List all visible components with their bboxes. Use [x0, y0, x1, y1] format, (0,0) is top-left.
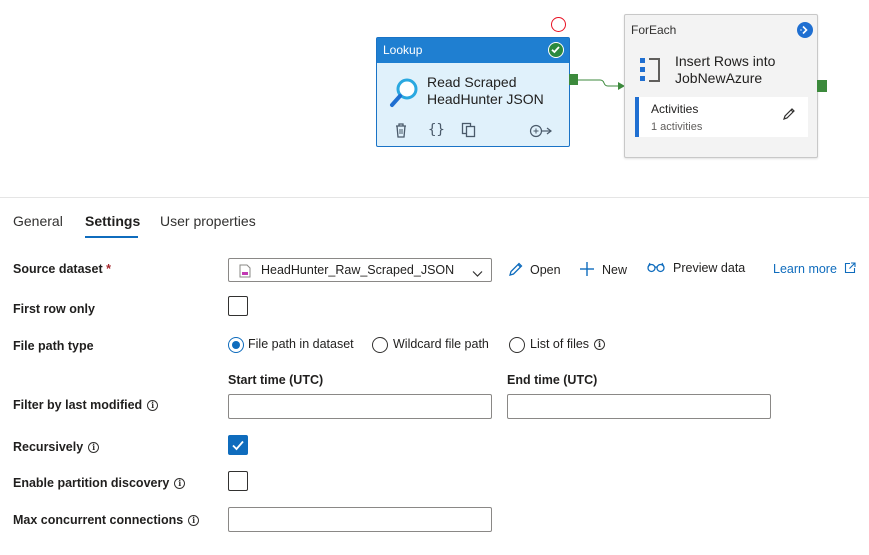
new-dataset-button[interactable]: New: [579, 261, 627, 277]
foreach-activity-title: Insert Rows into JobNewAzure: [675, 53, 815, 87]
inner-activities-panel[interactable]: Activities 1 activities: [635, 97, 808, 137]
tab-general[interactable]: General: [13, 213, 63, 239]
foreach-navigate-icon[interactable]: [797, 22, 813, 38]
radio-label-file-path-in-dataset[interactable]: File path in dataset: [248, 337, 354, 351]
source-dataset-value: HeadHunter_Raw_Scraped_JSON: [261, 263, 455, 277]
end-time-label: End time (UTC): [507, 373, 598, 387]
radio-label-wildcard-file-path[interactable]: Wildcard file path: [393, 337, 489, 351]
plus-icon: [580, 262, 594, 276]
radio-list-of-files[interactable]: [509, 337, 525, 353]
start-time-input[interactable]: [228, 394, 492, 419]
info-icon[interactable]: i: [147, 400, 159, 411]
max-concurrent-connections-input[interactable]: [228, 507, 492, 532]
source-dataset-label-text: Source dataset: [13, 262, 103, 276]
required-mark: *: [106, 262, 111, 276]
copy-icon[interactable]: [461, 122, 476, 141]
new-label: New: [602, 263, 628, 277]
max-conn-label-text: Max concurrent connections: [13, 513, 184, 527]
source-dataset-select[interactable]: HeadHunter_Raw_Scraped_JSON: [228, 258, 492, 282]
start-time-label: Start time (UTC): [228, 373, 324, 387]
foreach-output-handle[interactable]: [817, 80, 827, 92]
checkmark-icon: [232, 440, 244, 451]
preview-data-button[interactable]: Preview data: [647, 261, 745, 275]
info-icon[interactable]: i: [174, 478, 186, 489]
recursively-label-text: Recursively: [13, 440, 84, 454]
success-connector-line[interactable]: [570, 72, 626, 92]
lookup-title-line1: Read Scraped: [427, 74, 517, 90]
enable-partition-discovery-label: Enable partition discovery i: [13, 476, 186, 490]
partition-label-text: Enable partition discovery: [13, 476, 170, 490]
lookup-activity-title: Read Scraped HeadHunter JSON: [427, 74, 567, 108]
max-concurrent-connections-label: Max concurrent connections i: [13, 513, 200, 527]
edit-pencil-icon[interactable]: [782, 107, 796, 126]
recursively-label: Recursively i: [13, 440, 100, 454]
radio-file-path-in-dataset[interactable]: [228, 337, 244, 353]
foreach-title-line2: JobNewAzure: [675, 70, 763, 86]
json-dataset-icon: [239, 264, 251, 283]
preview-data-label: Preview data: [673, 261, 746, 275]
end-time-input[interactable]: [507, 394, 771, 419]
add-output-arrow-icon[interactable]: [529, 124, 553, 141]
external-link-icon: [845, 262, 856, 274]
foreach-type-label: ForEach: [631, 23, 677, 37]
recursively-checkbox[interactable]: [228, 435, 248, 455]
code-braces-icon[interactable]: {}: [428, 122, 445, 138]
open-pencil-icon: [509, 262, 523, 276]
activities-count: 1 activities: [651, 121, 703, 133]
tab-user-properties[interactable]: User properties: [160, 213, 256, 239]
open-label: Open: [530, 263, 561, 277]
enable-partition-discovery-checkbox[interactable]: [228, 471, 248, 491]
active-tab-indicator: [85, 236, 138, 238]
foreach-activity-card[interactable]: ForEach Insert Rows into JobNewAzure Act…: [624, 14, 818, 158]
learn-more-link[interactable]: Learn more: [773, 262, 856, 276]
first-row-only-checkbox[interactable]: [228, 296, 248, 316]
lookup-card-header: Lookup: [377, 38, 569, 63]
chevron-down-icon: [472, 265, 483, 283]
open-dataset-button[interactable]: Open: [508, 261, 561, 277]
foreach-loop-icon: [640, 57, 662, 88]
info-icon[interactable]: i: [594, 339, 606, 350]
first-row-only-label: First row only: [13, 302, 95, 316]
list-of-files-text: List of files: [530, 337, 590, 351]
source-dataset-label: Source dataset *: [13, 262, 111, 276]
radio-wildcard-file-path[interactable]: [372, 337, 388, 353]
radio-label-list-of-files[interactable]: List of files i: [530, 337, 606, 351]
filter-by-last-modified-label: Filter by last modified i: [13, 398, 159, 412]
activities-label: Activities: [651, 102, 699, 116]
info-icon[interactable]: i: [88, 442, 100, 453]
glasses-icon: [647, 262, 665, 273]
lookup-title-line2: HeadHunter JSON: [427, 91, 544, 107]
delete-icon[interactable]: [394, 122, 408, 141]
info-icon[interactable]: i: [188, 515, 200, 526]
filter-label-text: Filter by last modified: [13, 398, 143, 412]
lookup-activity-card[interactable]: Lookup Read Scraped HeadHunter JSON {}: [376, 37, 570, 147]
lookup-search-icon: [389, 76, 421, 113]
foreach-title-line1: Insert Rows into: [675, 53, 776, 69]
file-path-type-label: File path type: [13, 339, 94, 353]
learn-more-label: Learn more: [773, 262, 837, 276]
lookup-type-label: Lookup: [383, 43, 423, 57]
error-status-icon[interactable]: [551, 17, 566, 32]
success-check-icon: [548, 42, 564, 58]
